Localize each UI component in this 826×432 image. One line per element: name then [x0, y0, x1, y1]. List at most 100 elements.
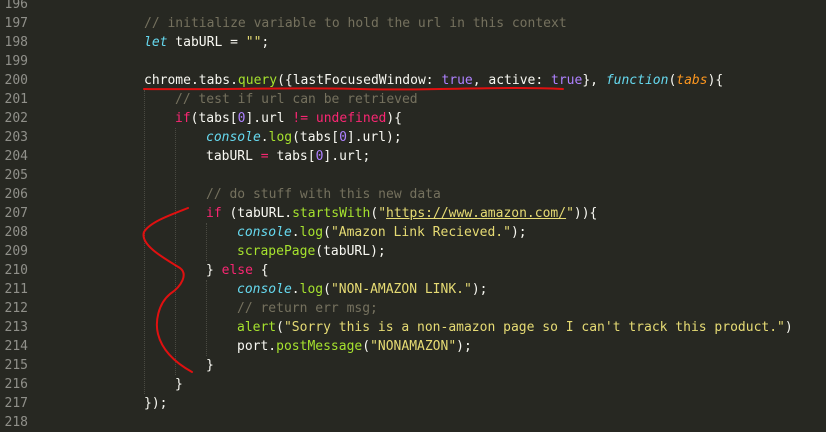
code-function: scrapePage	[237, 244, 316, 259]
code-text: chrome.tabs.	[144, 73, 238, 88]
code-string: "	[378, 206, 387, 221]
code-text: )){	[573, 206, 598, 221]
code-line-197: // initialize variable to hold the url i…	[66, 14, 826, 33]
line-number: 212	[4, 301, 28, 316]
code-method: startsWith	[292, 206, 371, 221]
code-object: console	[237, 225, 292, 240]
code-constant: true	[551, 73, 583, 88]
code-line-206: // do stuff with this new data	[66, 185, 826, 204]
code-text: (tabs[	[190, 111, 238, 126]
code-string: "Amazon Link Recieved."	[330, 225, 511, 240]
code-keyword: if	[175, 111, 191, 126]
code-comment: // test if url can be retrieved	[175, 92, 418, 107]
line-number: 214	[4, 339, 28, 354]
code-line-216: }	[66, 375, 826, 394]
line-number: 215	[4, 358, 28, 373]
code-operator: =	[260, 149, 269, 164]
code-line-217: });	[66, 394, 826, 413]
code-text: }	[206, 263, 222, 278]
code-parameter: tabs	[676, 73, 708, 88]
line-number: 203	[4, 130, 28, 145]
line-number: 208	[4, 225, 28, 240]
code-text: port.	[237, 339, 277, 354]
code-comment: // return err msg;	[237, 301, 378, 316]
code-string: "NON-AMAZON LINK."	[330, 282, 472, 297]
code-comment: // initialize variable to hold the url i…	[144, 16, 567, 31]
line-number: 213	[4, 320, 28, 335]
code-function: alert	[237, 320, 277, 335]
code-string-url: https://www.amazon.com/	[386, 206, 567, 221]
code-line-209: scrapePage(tabURL);	[66, 242, 826, 261]
code-text: ({lastFocusedWindow:	[277, 73, 442, 88]
line-number: 199	[4, 54, 28, 69]
code-constant: undefined	[315, 111, 387, 126]
line-number: 197	[4, 16, 28, 31]
line-number: 196	[4, 0, 28, 12]
code-line-213: alert("Sorry this is a non-amazon page s…	[66, 318, 826, 337]
line-number: 202	[4, 111, 28, 126]
code-constant: true	[441, 73, 473, 88]
code-text: , active:	[472, 73, 552, 88]
line-number: 205	[4, 168, 28, 183]
code-line-202: if(tabs[0].url != undefined){	[66, 109, 826, 128]
code-operator: !=	[292, 111, 309, 126]
line-number: 218	[4, 415, 28, 430]
code-line-207: if (tabURL.startsWith("https://www.amazo…	[66, 204, 826, 223]
code-method: log	[299, 282, 324, 297]
code-text: }	[206, 358, 214, 373]
code-keyword: function	[605, 73, 669, 88]
line-number: 210	[4, 263, 28, 278]
code-text: (tabs[	[292, 130, 340, 145]
code-line-212: // return err msg;	[66, 299, 826, 318]
code-method: log	[299, 225, 324, 240]
line-number: 200	[4, 73, 28, 88]
line-number-gutter: 196 197 198 199 200 201 202 203 204 205 …	[0, 0, 66, 430]
code-line-208: console.log("Amazon Link Recieved.");	[66, 223, 826, 242]
line-number: 206	[4, 187, 28, 202]
line-number: 198	[4, 35, 28, 50]
code-text: tabURL =	[167, 35, 246, 50]
code-text: ){	[707, 73, 724, 88]
code-line-198: let tabURL = "";	[66, 33, 826, 52]
code-text: (tabURL.	[221, 206, 293, 221]
code-text: );	[456, 339, 472, 354]
code-line-211: console.log("NON-AMAZON LINK.");	[66, 280, 826, 299]
code-line-201: // test if url can be retrieved	[66, 90, 826, 109]
code-keyword: if	[206, 206, 222, 221]
code-method: log	[268, 130, 293, 145]
code-text: (	[323, 282, 331, 297]
code-text: ){	[386, 111, 403, 126]
code-keyword: else	[221, 263, 253, 278]
line-number: 204	[4, 149, 28, 164]
line-number: 207	[4, 206, 28, 221]
line-number: 217	[4, 396, 28, 411]
line-number: 211	[4, 282, 28, 297]
code-text: }	[175, 377, 183, 392]
code-text: .	[260, 130, 269, 145]
code-editor[interactable]: 196 197 198 199 200 201 202 203 204 205 …	[0, 0, 826, 430]
code-text: });	[144, 396, 168, 411]
code-text: )	[784, 320, 793, 335]
code-text: ].url	[245, 111, 293, 126]
code-string: "NONAMAZON"	[370, 339, 457, 354]
code-line-200: chrome.tabs.query({lastFocusedWindow: tr…	[66, 71, 826, 90]
code-text: (	[362, 339, 371, 354]
code-object: console	[206, 130, 261, 145]
code-text: (	[323, 225, 331, 240]
code-text: (tabURL);	[315, 244, 386, 259]
code-text: tabURL	[206, 149, 261, 164]
code-line-214: port.postMessage("NONAMAZON");	[66, 337, 826, 356]
code-text: {	[252, 263, 269, 278]
code-method: query	[237, 73, 278, 88]
code-object: console	[237, 282, 292, 297]
code-text: },	[582, 73, 606, 88]
code-text: (	[276, 320, 284, 335]
code-method: postMessage	[276, 339, 363, 354]
code-string: "Sorry this is a non-amazon page so I ca…	[283, 320, 785, 335]
code-text: ].url;	[323, 149, 371, 164]
line-number: 209	[4, 244, 28, 259]
code-string: "	[566, 206, 574, 221]
code-text: tabs[	[268, 149, 316, 164]
code-comment: // do stuff with this new data	[206, 187, 441, 202]
